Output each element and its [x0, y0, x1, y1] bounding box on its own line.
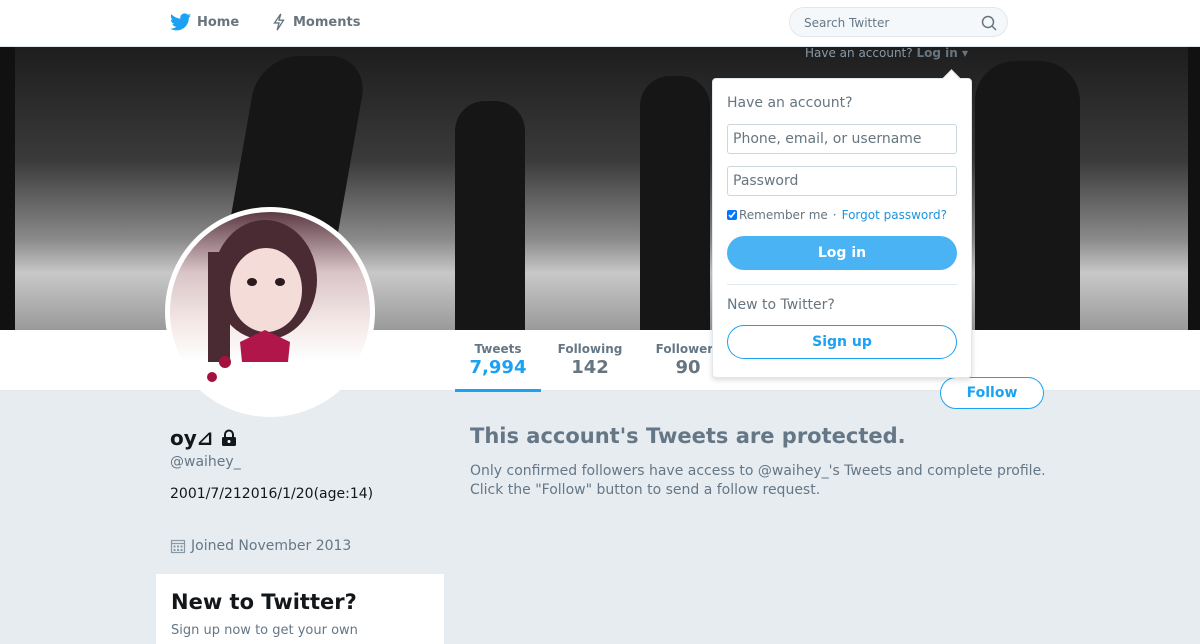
stat-tweets-value: 7,994: [469, 357, 527, 378]
stat-following-label: Following: [557, 342, 623, 356]
profile-handle[interactable]: @waihey_: [170, 454, 241, 470]
calendar-icon: [170, 539, 186, 554]
new-card-title: New to Twitter?: [171, 590, 357, 614]
new-to-twitter-card: New to Twitter? Sign up now to get your …: [156, 574, 444, 644]
protected-text: Only confirmed followers have access to …: [470, 463, 1046, 498]
caret-down-icon: ▾: [961, 46, 968, 60]
new-card-text: Sign up now to get your own: [171, 623, 358, 638]
dropdown-title: Have an account?: [727, 95, 853, 111]
password-input[interactable]: [727, 166, 957, 196]
separator-dot: ·: [832, 208, 837, 222]
banner-figure: [975, 61, 1080, 330]
forgot-password-link[interactable]: Forgot password?: [842, 208, 947, 222]
nav-home[interactable]: Home: [170, 13, 239, 31]
stat-following-value: 142: [571, 357, 609, 378]
avatar[interactable]: [165, 207, 375, 417]
banner-figure: [455, 101, 525, 330]
profile-bio: 2001/7/212016/1/20(age:14): [170, 486, 374, 502]
nav-moments[interactable]: Moments: [271, 13, 360, 31]
search-input[interactable]: [802, 14, 976, 32]
nav-moments-label: Moments: [293, 14, 361, 30]
avatar-image: [170, 212, 370, 412]
banner-figure: [640, 76, 710, 330]
lock-icon: [221, 429, 236, 446]
stat-following[interactable]: Following 142: [553, 342, 627, 389]
nav-home-label: Home: [197, 14, 240, 30]
lightning-icon: [273, 13, 285, 31]
search-box: [789, 7, 1008, 37]
have-account-text: Have an account?: [805, 46, 913, 60]
remember-label[interactable]: Remember me: [739, 208, 828, 222]
profile-name: oy⊿: [170, 426, 238, 450]
joined-text: Joined November 2013: [191, 538, 352, 554]
banner-border-left: [0, 46, 15, 330]
profile-joined: Joined November 2013: [170, 538, 351, 554]
login-link[interactable]: Log in ▾: [916, 46, 968, 60]
top-nav-bar: Home Moments: [0, 0, 1200, 47]
stat-tweets[interactable]: Tweets 7,994: [455, 342, 541, 392]
search-icon[interactable]: [981, 15, 997, 35]
username-input[interactable]: [727, 124, 957, 154]
stat-tweets-label: Tweets: [474, 342, 522, 356]
banner-border-right: [1188, 46, 1200, 330]
login-prompt: Have an account? Log in ▾: [805, 46, 968, 60]
remember-checkbox[interactable]: [727, 210, 737, 220]
new-to-twitter-label: New to Twitter?: [727, 297, 835, 313]
follow-button[interactable]: Follow: [940, 377, 1044, 409]
remember-row: Remember me · Forgot password?: [727, 208, 947, 222]
dropdown-divider: [727, 284, 957, 285]
login-button[interactable]: Log in: [727, 236, 957, 270]
profile-name-text: oy⊿: [170, 426, 214, 450]
protected-title: This account's Tweets are protected.: [470, 424, 906, 448]
twitter-bird-icon: [170, 13, 191, 31]
login-link-label: Log in: [916, 46, 958, 60]
signup-button[interactable]: Sign up: [727, 325, 957, 359]
login-dropdown: Have an account? Remember me · Forgot pa…: [712, 69, 972, 378]
